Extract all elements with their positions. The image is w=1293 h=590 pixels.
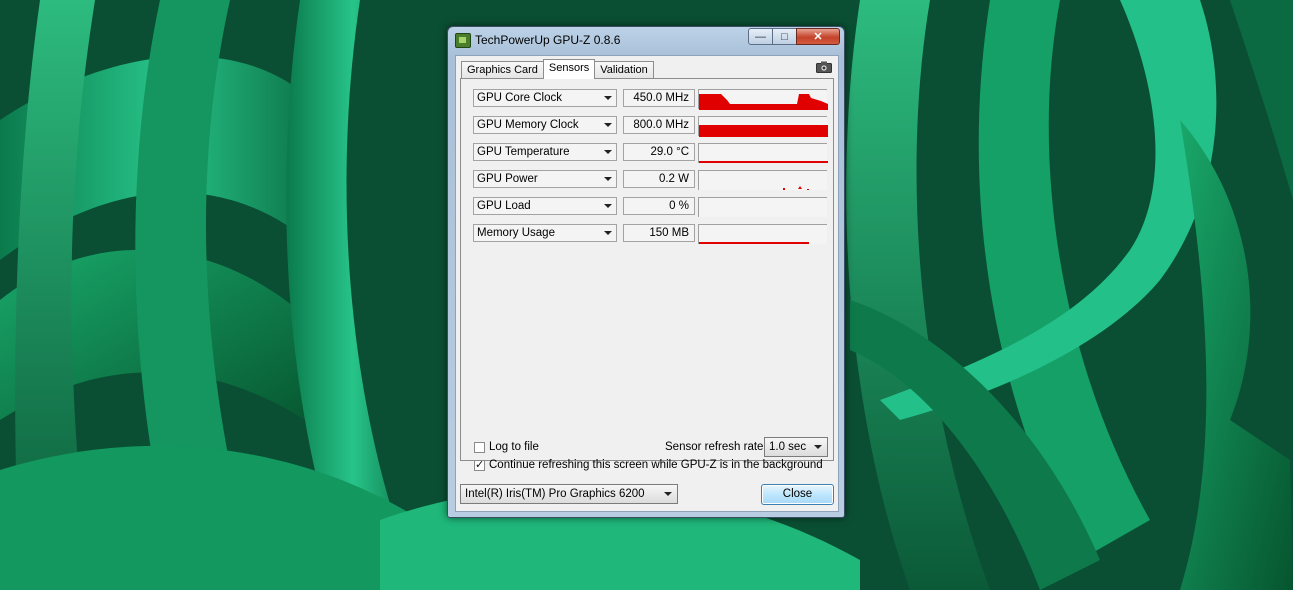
continue-refreshing-option[interactable]: Continue refreshing this screen while GP… (474, 458, 823, 471)
minimize-button[interactable]: — (748, 28, 773, 45)
tab-graphics-card[interactable]: Graphics Card (461, 61, 544, 79)
sensor-value: 29.0 °C (623, 143, 695, 161)
log-to-file-option[interactable]: Log to file (474, 441, 539, 453)
maximize-button[interactable]: □ (772, 28, 797, 45)
log-to-file-label: Log to file (489, 441, 539, 453)
gpu-select[interactable]: Intel(R) Iris(TM) Pro Graphics 6200 (460, 484, 678, 504)
sensor-name-select[interactable]: Memory Usage (473, 224, 617, 242)
maximize-icon: □ (781, 30, 788, 43)
sensor-row: GPU Memory Clock 800.0 MHz (473, 116, 829, 137)
refresh-rate-value: 1.0 sec (769, 441, 807, 453)
sensor-name-select[interactable]: GPU Memory Clock (473, 116, 617, 134)
caption-buttons: — □ ✕ (748, 28, 840, 47)
sensor-value: 0 % (623, 197, 695, 215)
chevron-down-icon (604, 96, 612, 100)
chevron-down-icon (604, 204, 612, 208)
sensor-name: GPU Load (477, 200, 531, 212)
sensor-name-select[interactable]: GPU Temperature (473, 143, 617, 161)
chevron-down-icon (664, 492, 672, 496)
refresh-rate-label: Sensor refresh rate: (665, 441, 767, 453)
tab-strip: Graphics Card Sensors Validation (461, 59, 654, 79)
minimize-icon: — (755, 30, 766, 43)
gpu-select-value: Intel(R) Iris(TM) Pro Graphics 6200 (465, 488, 645, 500)
tab-sensors[interactable]: Sensors (542, 59, 596, 79)
sensor-row: GPU Temperature 29.0 °C (473, 143, 829, 163)
close-icon: ✕ (813, 31, 823, 43)
chevron-down-icon (604, 123, 612, 127)
sensor-graph (698, 224, 827, 244)
gpuz-app-icon (455, 33, 471, 48)
sensor-name: GPU Temperature (477, 146, 570, 158)
close-window-button[interactable]: ✕ (796, 28, 840, 45)
camera-icon[interactable] (816, 61, 832, 73)
sensor-name-select[interactable]: GPU Power (473, 170, 617, 188)
sensor-row: GPU Load 0 % (473, 197, 829, 217)
log-to-file-checkbox[interactable] (474, 441, 485, 453)
client-area: Graphics Card Sensors Validation GPU Cor… (455, 55, 839, 512)
sensor-value: 0.2 W (623, 170, 695, 188)
sensor-graph (698, 143, 828, 163)
sensor-name: GPU Memory Clock (477, 119, 579, 131)
sensor-value: 800.0 MHz (623, 116, 695, 134)
continue-refreshing-checkbox[interactable] (474, 458, 485, 471)
tab-validation[interactable]: Validation (594, 61, 654, 79)
sensor-name: GPU Core Clock (477, 92, 562, 104)
title-bar[interactable]: TechPowerUp GPU-Z 0.8.6 — □ ✕ (448, 27, 844, 53)
window-title: TechPowerUp GPU-Z 0.8.6 (475, 33, 621, 47)
sensor-graph (698, 170, 827, 190)
sensor-name: GPU Power (477, 173, 538, 185)
sensor-name-select[interactable]: GPU Core Clock (473, 89, 617, 107)
refresh-rate-select[interactable]: 1.0 sec (764, 437, 828, 457)
continue-refreshing-label: Continue refreshing this screen while GP… (489, 459, 823, 471)
gpuz-window: TechPowerUp GPU-Z 0.8.6 — □ ✕ Graphics C… (447, 26, 845, 518)
sensor-graph (698, 116, 828, 137)
sensor-graph (698, 89, 828, 110)
sensor-row: GPU Core Clock 450.0 MHz (473, 89, 829, 110)
sensor-value: 150 MB (623, 224, 695, 242)
chevron-down-icon (814, 445, 822, 449)
sensor-value: 450.0 MHz (623, 89, 695, 107)
chevron-down-icon (604, 177, 612, 181)
sensor-row: GPU Power 0.2 W (473, 170, 829, 190)
chevron-down-icon (604, 231, 612, 235)
sensor-graph (698, 197, 827, 217)
sensor-name: Memory Usage (477, 227, 555, 239)
chevron-down-icon (604, 150, 612, 154)
sensor-row: Memory Usage 150 MB (473, 224, 829, 244)
close-button[interactable]: Close (761, 484, 834, 505)
sensor-name-select[interactable]: GPU Load (473, 197, 617, 215)
sensors-panel: GPU Core Clock 450.0 MHz GPU Memory Cloc… (460, 78, 834, 471)
